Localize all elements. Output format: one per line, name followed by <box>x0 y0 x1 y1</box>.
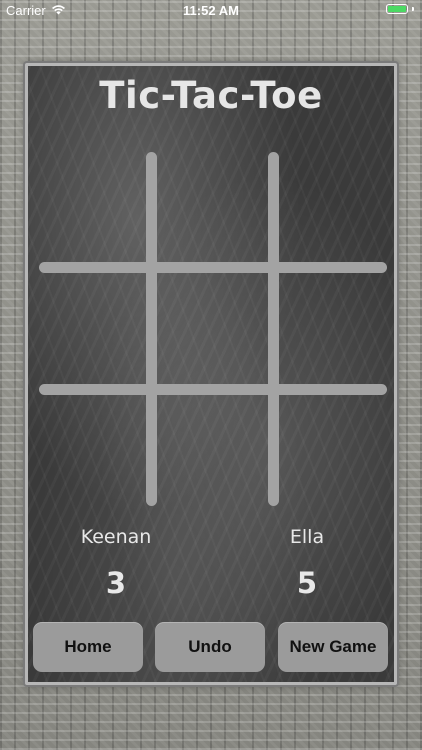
chalkboard: Tic-Tac-Toe Keenan Ella 3 5 Home Undo Ne… <box>25 63 397 685</box>
status-right <box>386 4 414 14</box>
player-1-score: 3 <box>105 566 127 600</box>
grid-line-vertical-1 <box>146 152 157 506</box>
grid-line-horizontal-1 <box>39 262 387 273</box>
board-cell-3[interactable] <box>280 156 390 261</box>
player-1-name: Keenan <box>80 526 152 548</box>
grid-line-vertical-2 <box>268 152 279 506</box>
player-2-score: 5 <box>296 566 318 600</box>
battery-level <box>388 6 406 12</box>
board-cell-1[interactable] <box>36 156 146 261</box>
game-title: Tic-Tac-Toe <box>99 74 323 117</box>
home-button[interactable]: Home <box>33 622 143 672</box>
board-cell-4[interactable] <box>36 274 146 379</box>
board-cell-5[interactable] <box>158 274 268 379</box>
board-cell-2[interactable] <box>158 156 268 261</box>
status-bar: Carrier 11:52 AM <box>0 0 422 22</box>
battery-tip <box>412 7 414 11</box>
board-cell-8[interactable] <box>158 396 268 501</box>
board-cell-6[interactable] <box>280 274 390 379</box>
board-cell-7[interactable] <box>36 396 146 501</box>
status-time: 11:52 AM <box>183 3 239 18</box>
battery-icon <box>386 4 408 14</box>
undo-button[interactable]: Undo <box>155 622 265 672</box>
new-game-button[interactable]: New Game <box>278 622 388 672</box>
board-cell-9[interactable] <box>280 396 390 501</box>
grid-line-horizontal-2 <box>39 384 387 395</box>
player-2-name: Ella <box>289 526 325 548</box>
